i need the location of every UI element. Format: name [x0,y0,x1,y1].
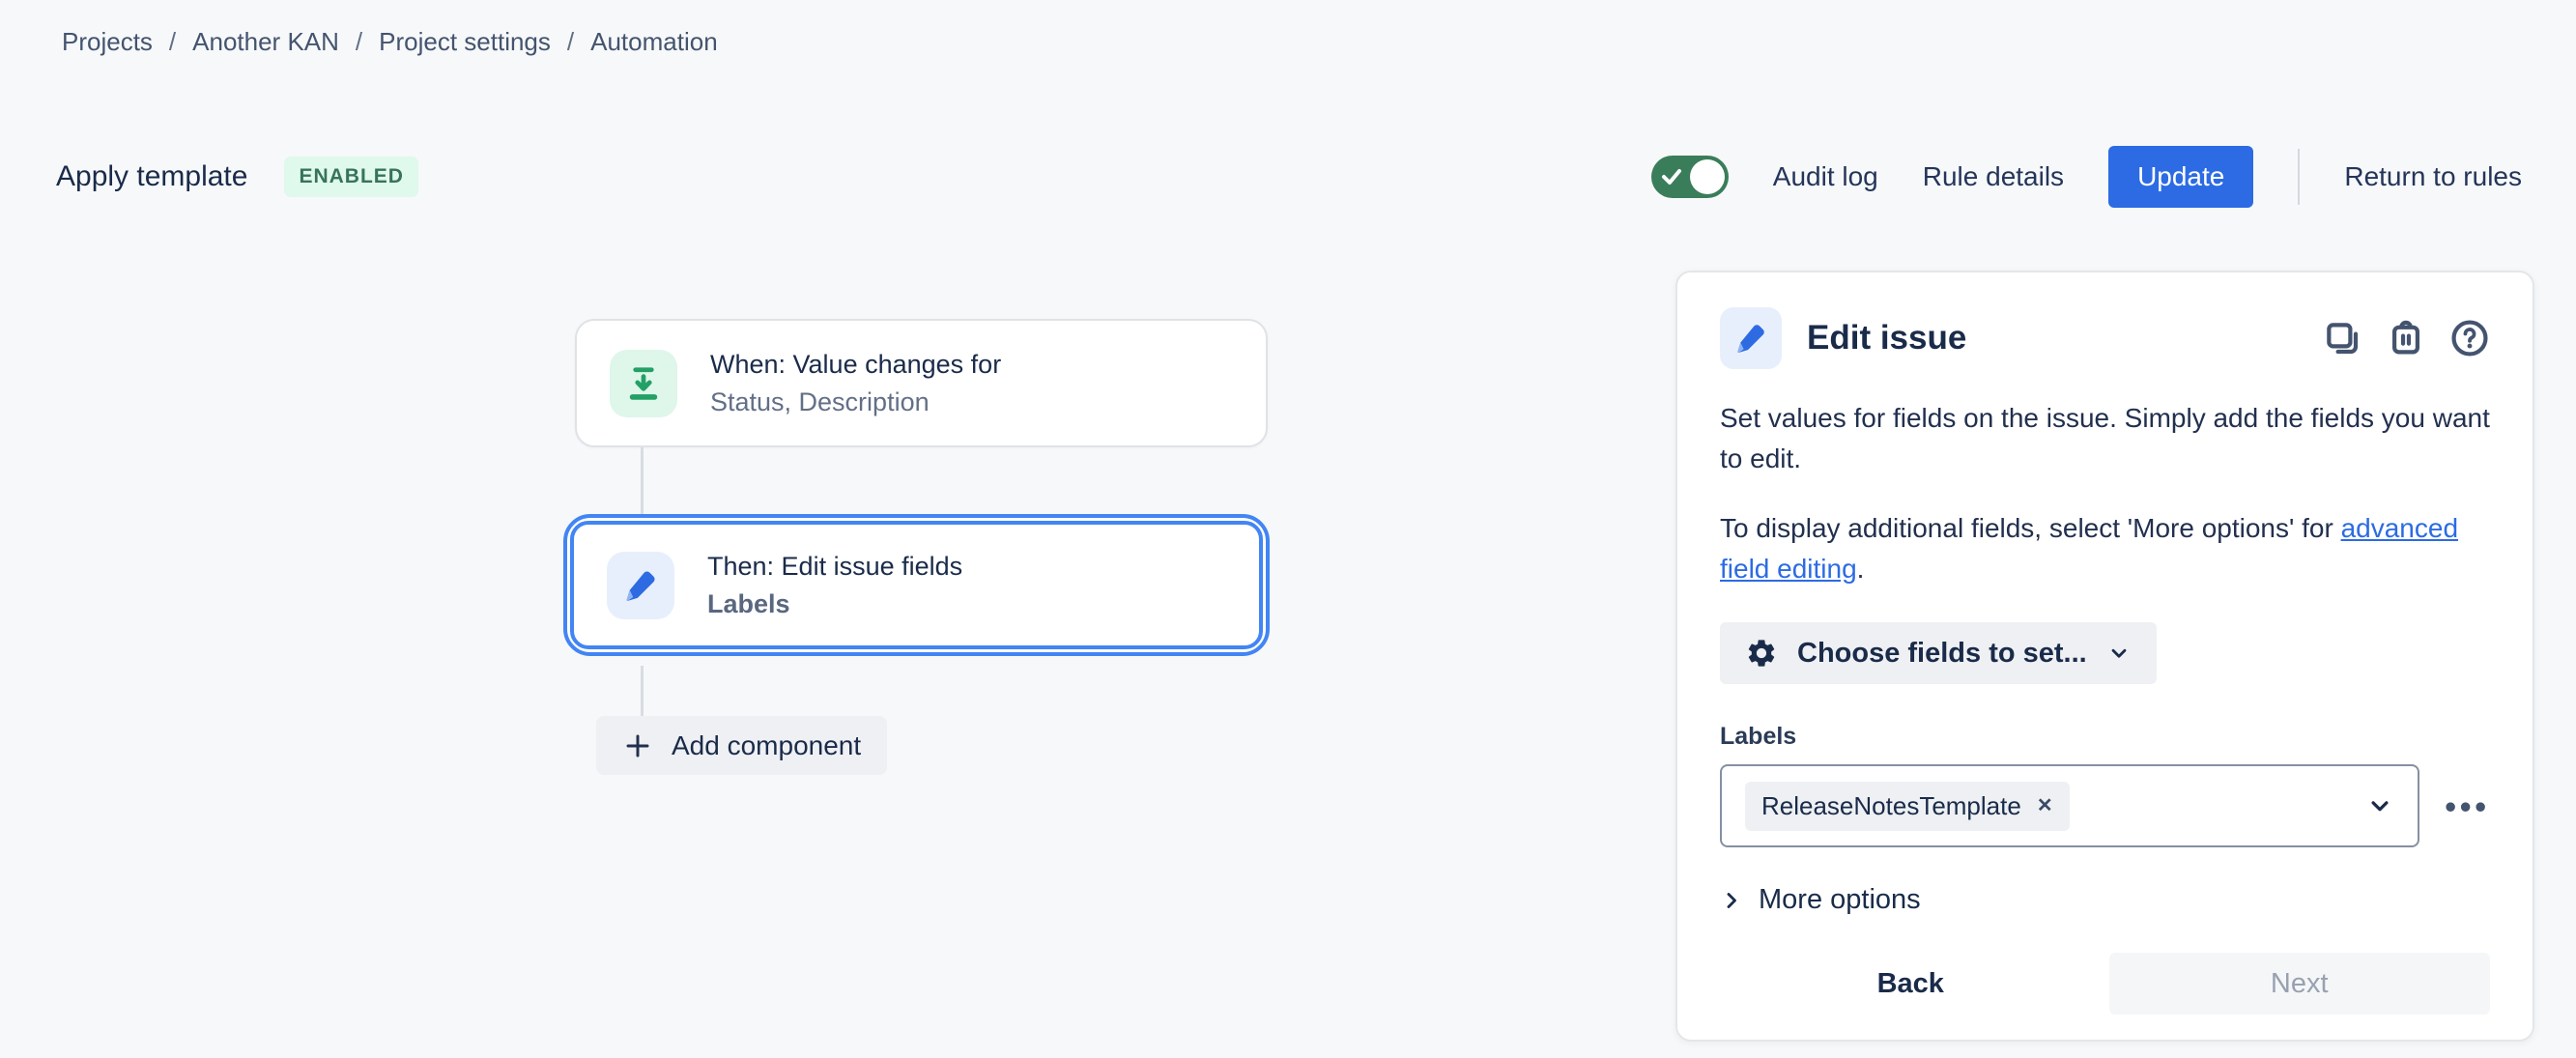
action-card-subtitle: Labels [707,586,962,622]
add-component-button[interactable]: Add component [596,716,887,775]
labels-field-row: ReleaseNotesTemplate ✕ ••• [1720,764,2490,847]
panel-hint: To display additional fields, select 'Mo… [1720,508,2490,589]
breadcrumb-separator: / [567,27,574,57]
duplicate-button[interactable] [2322,318,2362,358]
hint-prefix: To display additional fields, select 'Mo… [1720,513,2341,543]
panel-header: Edit issue [1720,307,2490,369]
page-title: Apply template [56,160,247,193]
help-button[interactable] [2449,318,2490,358]
field-overflow-menu-icon[interactable]: ••• [2445,790,2490,822]
trigger-card-title: When: Value changes for [710,347,1001,383]
breadcrumb-projects[interactable]: Projects [62,27,153,57]
add-component-label: Add component [672,730,861,761]
hint-suffix: . [1857,554,1865,584]
chevron-right-icon [1720,889,1743,912]
labels-select-field[interactable]: ReleaseNotesTemplate ✕ [1720,764,2419,847]
trigger-card[interactable]: When: Value changes for Status, Descript… [575,319,1268,447]
action-card[interactable]: Then: Edit issue fields Labels [570,521,1263,649]
panel-title: Edit issue [1807,319,2297,357]
choose-fields-label: Choose fields to set... [1797,638,2087,670]
delete-button[interactable] [2386,318,2426,358]
breadcrumb-project-settings[interactable]: Project settings [379,27,551,57]
action-card-selection-ring: Then: Edit issue fields Labels [563,514,1270,656]
breadcrumb-automation[interactable]: Automation [590,27,718,57]
next-button[interactable]: Next [2109,953,2491,1015]
update-button[interactable]: Update [2108,146,2253,208]
trash-icon [2386,318,2426,358]
audit-log-button[interactable]: Audit log [1773,161,1878,192]
trigger-card-subtitle: Status, Description [710,385,1001,420]
panel-actions [2322,318,2490,358]
panel-description: Set values for fields on the issue. Simp… [1720,398,2490,479]
more-options-label: More options [1759,884,1921,916]
toggle-knob [1690,159,1725,194]
remove-tag-icon[interactable]: ✕ [2037,796,2053,815]
rule-actions-toolbar: Audit log Rule details Update Return to … [1651,145,2522,209]
gear-icon [1745,637,1778,670]
check-icon [1660,166,1683,187]
edit-issue-panel: Edit issue [1675,271,2534,1042]
field-chevron-down-icon[interactable] [2365,791,2394,820]
rule-details-button[interactable]: Rule details [1923,161,2064,192]
pencil-icon [1720,307,1782,369]
flow-connector [641,666,644,717]
toolbar-divider [2298,149,2300,205]
rule-header: Apply template ENABLED [56,151,418,203]
more-options-expander[interactable]: More options [1720,884,2490,916]
return-to-rules-button[interactable]: Return to rules [2344,161,2522,192]
breadcrumb-separator: / [169,27,176,57]
rule-enabled-toggle[interactable] [1651,156,1729,198]
breadcrumb-project[interactable]: Another KAN [192,27,339,57]
pencil-icon [607,552,674,619]
action-card-title: Then: Edit issue fields [707,549,962,585]
value-changes-icon [610,350,677,417]
breadcrumb: Projects / Another KAN / Project setting… [62,27,718,57]
plus-icon [622,730,653,761]
copy-icon [2322,318,2362,358]
label-tag: ReleaseNotesTemplate ✕ [1745,782,2070,831]
status-badge: ENABLED [284,157,418,197]
panel-footer: Back Next [1720,953,2490,1015]
chevron-down-icon [2106,641,2132,666]
choose-fields-dropdown[interactable]: Choose fields to set... [1720,622,2157,684]
labels-field-label: Labels [1720,723,2490,751]
help-icon [2449,318,2490,358]
label-tag-text: ReleaseNotesTemplate [1761,791,2021,821]
breadcrumb-separator: / [356,27,362,57]
flow-connector [641,447,644,515]
back-button[interactable]: Back [1720,968,2102,1000]
automation-rule-editor: Projects / Another KAN / Project setting… [0,0,2576,1058]
